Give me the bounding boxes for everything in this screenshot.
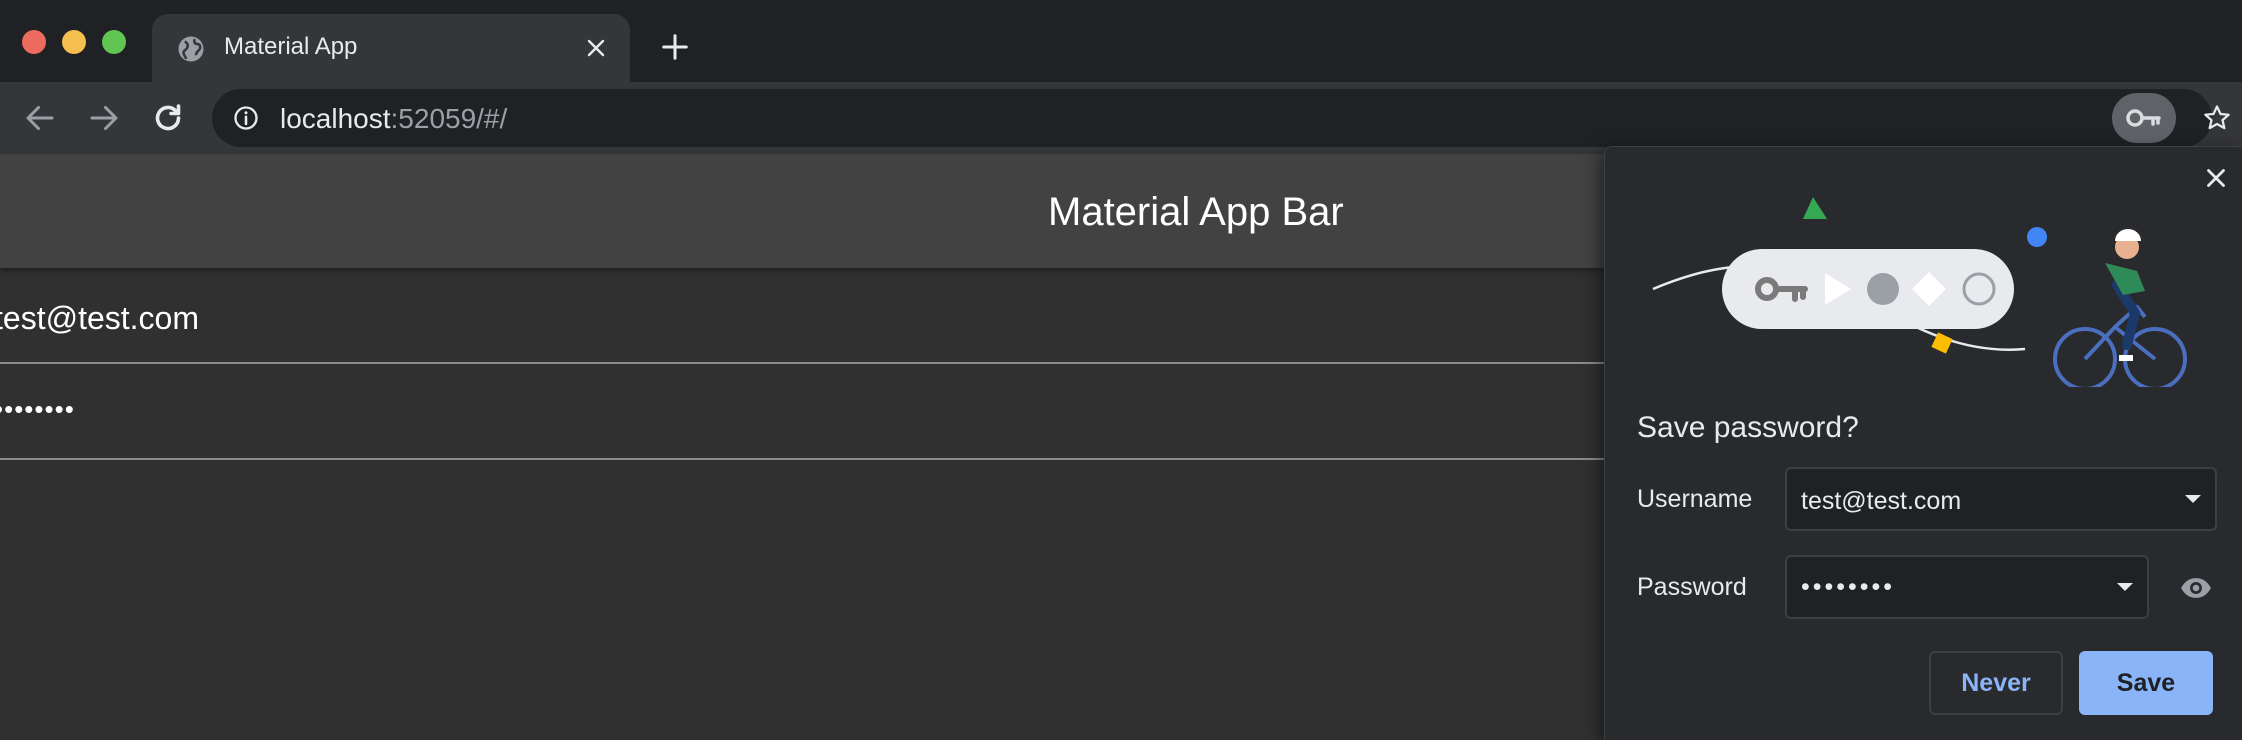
globe-icon xyxy=(178,36,204,62)
save-button[interactable]: Save xyxy=(2079,651,2213,715)
chevron-down-icon xyxy=(2117,583,2133,591)
eye-icon[interactable] xyxy=(2179,571,2213,605)
window-zoom-button[interactable] xyxy=(102,30,126,54)
password-manager-button[interactable] xyxy=(2112,93,2176,143)
tab-strip: Material App xyxy=(0,0,2242,82)
email-field-value: test@test.com xyxy=(0,300,199,336)
site-info-icon[interactable] xyxy=(232,104,260,132)
cyclist-figure xyxy=(2053,229,2187,387)
close-icon[interactable] xyxy=(2201,163,2231,193)
url-path: :52059/#/ xyxy=(390,103,508,134)
browser-toolbar: localhost:52059/#/ xyxy=(0,82,2242,154)
forward-arrow-icon[interactable] xyxy=(86,100,122,136)
window-minimize-button[interactable] xyxy=(62,30,86,54)
bubble-title: Save password? xyxy=(1637,411,1859,444)
tab-close-icon[interactable] xyxy=(584,36,608,60)
browser-tab[interactable]: Material App xyxy=(152,14,630,82)
key-icon xyxy=(2126,109,2161,127)
username-dropdown[interactable]: test@test.com xyxy=(1785,467,2217,531)
username-value: test@test.com xyxy=(1801,487,1962,515)
reload-icon[interactable] xyxy=(150,100,186,136)
email-field[interactable]: test@test.com xyxy=(0,268,1610,364)
back-arrow-icon[interactable] xyxy=(22,100,58,136)
never-button[interactable]: Never xyxy=(1929,651,2063,715)
password-illustration xyxy=(1652,197,2187,387)
url-host: localhost xyxy=(280,103,391,134)
password-field[interactable]: •••••••• xyxy=(0,364,1610,460)
filled-circle-shape xyxy=(1867,273,1899,305)
window-close-button[interactable] xyxy=(22,30,46,54)
tab-title: Material App xyxy=(224,33,358,60)
new-tab-icon[interactable] xyxy=(660,32,690,62)
username-label: Username xyxy=(1637,485,1753,513)
address-bar[interactable]: localhost:52059/#/ xyxy=(212,89,2230,147)
dot-shape xyxy=(2027,227,2047,247)
password-value: •••••••• xyxy=(1801,573,1896,601)
chevron-down-icon xyxy=(2185,495,2201,503)
save-password-bubble: Save password? Username test@test.com Pa… xyxy=(1604,146,2242,740)
password-field-value: •••••••• xyxy=(0,394,75,424)
url-text[interactable]: localhost:52059/#/ xyxy=(280,103,507,135)
password-label: Password xyxy=(1637,573,1747,601)
app-bar-title: Material App Bar xyxy=(1048,190,1344,234)
triangle-shape xyxy=(1803,197,1827,219)
bookmark-star-icon[interactable] xyxy=(2202,103,2232,133)
password-dropdown[interactable]: •••••••• xyxy=(1785,555,2149,619)
